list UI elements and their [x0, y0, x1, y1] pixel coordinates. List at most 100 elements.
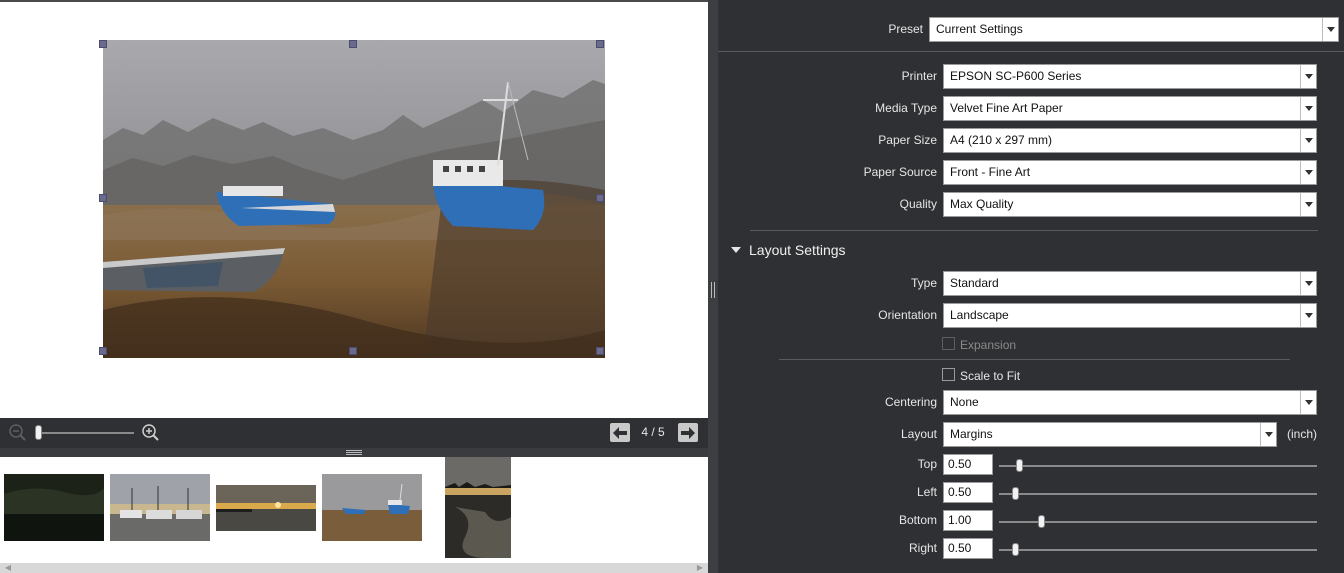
arrow-right-icon: [681, 426, 695, 439]
filmstrip-scrollbar[interactable]: ◀ ▶: [0, 563, 708, 573]
margin-bottom-label: Bottom: [898, 513, 937, 527]
orientation-label: Orientation: [878, 308, 937, 322]
chevron-down-icon: [1322, 18, 1338, 41]
margin-top-input[interactable]: 0.50: [943, 454, 993, 475]
preset-select[interactable]: Current Settings: [929, 17, 1339, 42]
preset-label: Preset: [888, 22, 923, 36]
crop-handle-middle-right[interactable]: [596, 194, 604, 202]
margin-top-slider-thumb[interactable]: [1016, 459, 1023, 472]
chevron-down-icon: [1300, 129, 1316, 152]
printer-label: Printer: [901, 69, 937, 83]
orientation-value: Landscape: [950, 308, 1009, 322]
type-label: Type: [910, 276, 937, 290]
crop-handle-top-left[interactable]: [99, 40, 107, 48]
divider: [779, 359, 1290, 360]
orientation-select[interactable]: Landscape: [943, 303, 1317, 328]
scroll-left-icon[interactable]: ◀: [2, 563, 14, 573]
scale-to-fit-label: Scale to Fit: [960, 369, 1021, 383]
paper-source-select[interactable]: Front - Fine Art: [943, 160, 1317, 185]
paper-source-label: Paper Source: [863, 165, 937, 179]
media-type-select[interactable]: Velvet Fine Art Paper: [943, 96, 1317, 121]
printer-value: EPSON SC-P600 Series: [950, 69, 1082, 83]
media-type-value: Velvet Fine Art Paper: [950, 101, 1063, 115]
paper-source-value: Front - Fine Art: [950, 165, 1031, 179]
zoom-out-icon[interactable]: [8, 423, 28, 443]
thumbnail-selected[interactable]: [445, 457, 511, 558]
margin-right-input[interactable]: 0.50: [943, 538, 993, 559]
sunset-pier-thumbnail: [216, 485, 316, 531]
margin-right-slider-track[interactable]: [999, 549, 1317, 551]
crop-handle-bottom-right[interactable]: [596, 347, 604, 355]
quality-select[interactable]: Max Quality: [943, 192, 1317, 217]
chevron-down-icon: [1300, 193, 1316, 216]
margin-right-label: Right: [908, 541, 937, 555]
margin-bottom-slider-thumb[interactable]: [1038, 515, 1045, 528]
margin-top-label: Top: [917, 457, 937, 471]
expansion-checkbox[interactable]: [942, 337, 955, 350]
layout-label: Layout: [900, 427, 937, 441]
crop-handle-top-center[interactable]: [349, 40, 357, 48]
preset-value: Current Settings: [936, 22, 1023, 36]
expansion-label: Expansion: [960, 338, 1017, 352]
next-page-button[interactable]: [678, 423, 698, 442]
divider: [750, 230, 1318, 231]
crop-handle-top-right[interactable]: [596, 40, 604, 48]
margin-top-slider-track[interactable]: [999, 465, 1317, 467]
layout-select[interactable]: Margins: [943, 422, 1277, 447]
media-type-label: Media Type: [875, 101, 937, 115]
crop-handle-bottom-left[interactable]: [99, 347, 107, 355]
previous-page-button[interactable]: [610, 423, 630, 442]
centering-value: None: [950, 395, 979, 409]
chevron-down-icon: [1300, 97, 1316, 120]
splitter-grip-icon[interactable]: [711, 282, 715, 298]
thumbnail[interactable]: [216, 485, 316, 531]
quality-value: Max Quality: [950, 197, 1014, 211]
zoom-slider-track[interactable]: [36, 432, 134, 434]
margin-right-slider-thumb[interactable]: [1012, 543, 1019, 556]
sunrise-shore-thumbnail: [445, 457, 511, 558]
layout-value: Margins: [950, 427, 993, 441]
splitter-grip-icon[interactable]: [346, 450, 362, 455]
paper-size-select[interactable]: A4 (210 x 297 mm): [943, 128, 1317, 153]
margin-left-slider-thumb[interactable]: [1012, 487, 1019, 500]
centering-label: Centering: [884, 395, 937, 409]
preview-photo[interactable]: [103, 40, 605, 358]
collapse-triangle-icon[interactable]: [731, 247, 741, 253]
zoom-in-icon[interactable]: [141, 423, 161, 443]
crop-handle-middle-left[interactable]: [99, 194, 107, 202]
thumbnail[interactable]: [110, 474, 210, 541]
print-preview-canvas: [0, 0, 708, 418]
thumbnail[interactable]: [4, 474, 104, 541]
crop-handle-bottom-center[interactable]: [349, 347, 357, 355]
foggy-harbor-boats-image: [103, 40, 605, 358]
foggy-boats-thumbnail: [322, 474, 422, 541]
boats-at-sunset-thumbnail: [110, 474, 210, 541]
paper-size-value: A4 (210 x 297 mm): [950, 133, 1053, 147]
scale-to-fit-checkbox[interactable]: [942, 368, 955, 381]
scroll-right-icon[interactable]: ▶: [694, 563, 706, 573]
chevron-down-icon: [1260, 423, 1276, 446]
type-value: Standard: [950, 276, 999, 290]
centering-select[interactable]: None: [943, 390, 1317, 415]
arrow-left-icon: [613, 426, 627, 439]
margin-left-input[interactable]: 0.50: [943, 482, 993, 503]
margin-bottom-slider-track[interactable]: [999, 521, 1317, 523]
print-dialog: 4 / 5 ◀ ▶ Preset Current Settings Printe…: [0, 0, 1344, 573]
margin-left-label: Left: [916, 485, 937, 499]
chevron-down-icon: [1300, 65, 1316, 88]
printer-select[interactable]: EPSON SC-P600 Series: [943, 64, 1317, 89]
thumbnail[interactable]: [322, 474, 422, 541]
night-harbor-thumbnail: [4, 474, 104, 541]
margin-left-slider-track[interactable]: [999, 493, 1317, 495]
unit-label: (inch): [1287, 427, 1318, 441]
divider: [718, 51, 1344, 52]
type-select[interactable]: Standard: [943, 271, 1317, 296]
paper-size-label: Paper Size: [878, 133, 937, 147]
chevron-down-icon: [1300, 391, 1316, 414]
layout-settings-header[interactable]: Layout Settings: [749, 242, 846, 258]
quality-label: Quality: [899, 197, 937, 211]
page-indicator: 4 / 5: [641, 425, 665, 439]
zoom-slider-thumb[interactable]: [35, 425, 42, 440]
chevron-down-icon: [1300, 304, 1316, 327]
margin-bottom-input[interactable]: 1.00: [943, 510, 993, 531]
